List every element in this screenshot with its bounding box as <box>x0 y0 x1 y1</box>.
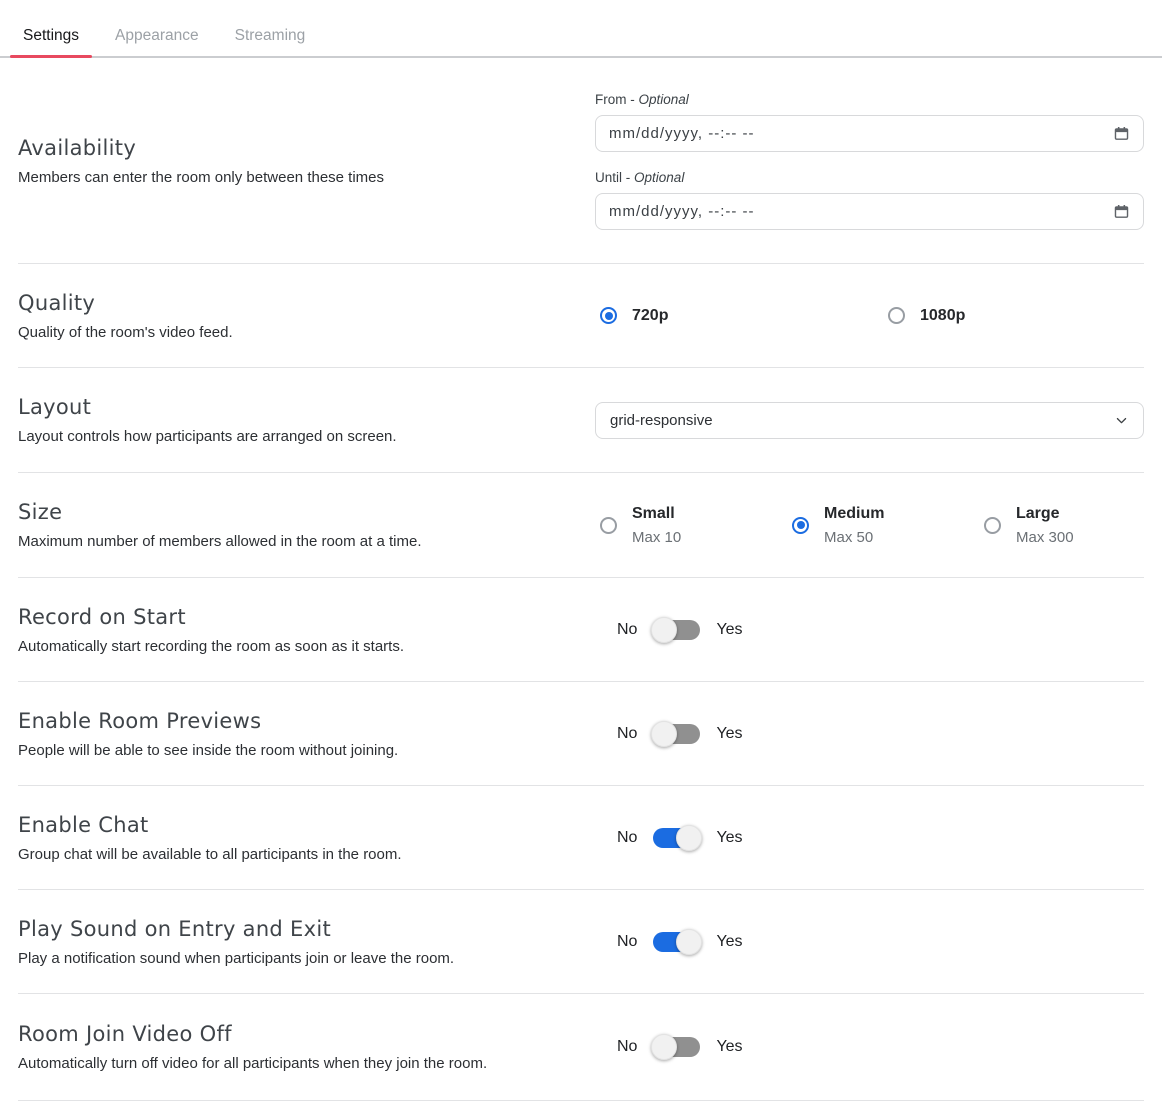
size-small-label: Small <box>632 504 681 523</box>
tab-bar: Settings Appearance Streaming <box>0 0 1162 58</box>
toggle-no-label: No <box>617 725 637 743</box>
toggle-knob <box>651 721 677 747</box>
quality-720p-label: 720p <box>632 307 668 324</box>
play-sound-toggle[interactable] <box>653 932 700 952</box>
record-on-start-description: Automatically start recording the room a… <box>18 638 558 655</box>
until-label-text: Until - <box>595 170 630 185</box>
enable-room-previews-description: People will be able to see inside the ro… <box>18 742 558 759</box>
room-join-video-off-description: Automatically turn off video for all par… <box>18 1055 558 1072</box>
tab-appearance[interactable]: Appearance <box>102 16 212 56</box>
toggle-yes-label: Yes <box>716 725 742 743</box>
size-title: Size <box>18 500 558 524</box>
enable-room-previews-title: Enable Room Previews <box>18 709 558 733</box>
size-option-small[interactable]: Small Max 10 <box>600 504 792 546</box>
size-medium-label: Medium <box>824 504 884 523</box>
tab-appearance-label: Appearance <box>115 27 199 45</box>
setting-row-enable-room-previews: Enable Room Previews People will be able… <box>18 682 1144 786</box>
size-medium-sublabel: Max 50 <box>824 529 884 546</box>
size-large-sublabel: Max 300 <box>1016 529 1074 546</box>
chevron-down-icon <box>1114 413 1129 428</box>
tab-settings[interactable]: Settings <box>10 16 92 56</box>
size-option-medium[interactable]: Medium Max 50 <box>792 504 984 546</box>
toggle-yes-label: Yes <box>716 1038 742 1056</box>
toggle-no-label: No <box>617 621 637 639</box>
tab-streaming-label: Streaming <box>235 27 306 45</box>
setting-row-room-join-video-off: Room Join Video Off Automatically turn o… <box>18 994 1144 1101</box>
size-description: Maximum number of members allowed in the… <box>18 533 558 550</box>
toggle-knob <box>676 825 702 851</box>
size-large-label: Large <box>1016 504 1074 523</box>
from-datetime-placeholder: mm/dd/yyyy, --:-- -- <box>609 125 755 142</box>
toggle-knob <box>651 617 677 643</box>
enable-chat-toggle[interactable] <box>653 828 700 848</box>
record-on-start-title: Record on Start <box>18 605 558 629</box>
enable-room-previews-toggle[interactable] <box>653 724 700 744</box>
radio-small[interactable] <box>600 517 617 534</box>
availability-description: Members can enter the room only between … <box>18 169 558 186</box>
until-datetime-input[interactable]: mm/dd/yyyy, --:-- -- <box>595 193 1144 230</box>
toggle-no-label: No <box>617 829 637 847</box>
setting-row-enable-chat: Enable Chat Group chat will be available… <box>18 786 1144 890</box>
until-datetime-placeholder: mm/dd/yyyy, --:-- -- <box>609 203 755 220</box>
setting-row-layout: Layout Layout controls how participants … <box>18 368 1144 473</box>
quality-option-1080p[interactable]: 1080p <box>888 306 1144 325</box>
room-join-video-off-title: Room Join Video Off <box>18 1022 558 1046</box>
toggle-no-label: No <box>617 933 637 951</box>
record-on-start-toggle[interactable] <box>653 620 700 640</box>
size-option-large[interactable]: Large Max 300 <box>984 504 1144 546</box>
quality-1080p-label: 1080p <box>920 307 965 324</box>
until-field-label: Until - Optional <box>595 170 1144 185</box>
setting-row-quality: Quality Quality of the room's video feed… <box>18 264 1144 368</box>
from-optional-text: Optional <box>639 92 689 107</box>
toggle-yes-label: Yes <box>716 933 742 951</box>
radio-1080p[interactable] <box>888 307 905 324</box>
radio-medium[interactable] <box>792 517 809 534</box>
setting-row-record-on-start: Record on Start Automatically start reco… <box>18 578 1144 682</box>
play-sound-title: Play Sound on Entry and Exit <box>18 917 558 941</box>
from-calendar-icon[interactable] <box>1113 125 1130 142</box>
setting-row-size: Size Maximum number of members allowed i… <box>18 473 1144 578</box>
from-datetime-input[interactable]: mm/dd/yyyy, --:-- -- <box>595 115 1144 152</box>
setting-row-availability: Availability Members can enter the room … <box>18 58 1144 264</box>
setting-row-play-sound: Play Sound on Entry and Exit Play a noti… <box>18 890 1144 994</box>
from-field-label: From - Optional <box>595 92 1144 107</box>
enable-chat-description: Group chat will be available to all part… <box>18 846 558 863</box>
layout-description: Layout controls how participants are arr… <box>18 428 558 445</box>
layout-select[interactable]: grid-responsive <box>595 402 1144 439</box>
enable-chat-title: Enable Chat <box>18 813 558 837</box>
quality-description: Quality of the room's video feed. <box>18 324 558 341</box>
toggle-knob <box>651 1034 677 1060</box>
until-optional-text: Optional <box>634 170 684 185</box>
radio-720p[interactable] <box>600 307 617 324</box>
quality-option-720p[interactable]: 720p <box>600 306 888 325</box>
play-sound-description: Play a notification sound when participa… <box>18 950 558 967</box>
from-label-text: From - <box>595 92 635 107</box>
availability-title: Availability <box>18 136 558 160</box>
layout-selected-value: grid-responsive <box>610 412 713 429</box>
tab-streaming[interactable]: Streaming <box>222 16 319 56</box>
until-calendar-icon[interactable] <box>1113 203 1130 220</box>
toggle-yes-label: Yes <box>716 621 742 639</box>
layout-title: Layout <box>18 395 558 419</box>
toggle-no-label: No <box>617 1038 637 1056</box>
toggle-yes-label: Yes <box>716 829 742 847</box>
quality-title: Quality <box>18 291 558 315</box>
tab-settings-label: Settings <box>23 27 79 45</box>
size-small-sublabel: Max 10 <box>632 529 681 546</box>
toggle-knob <box>676 929 702 955</box>
room-join-video-off-toggle[interactable] <box>653 1037 700 1057</box>
radio-large[interactable] <box>984 517 1001 534</box>
